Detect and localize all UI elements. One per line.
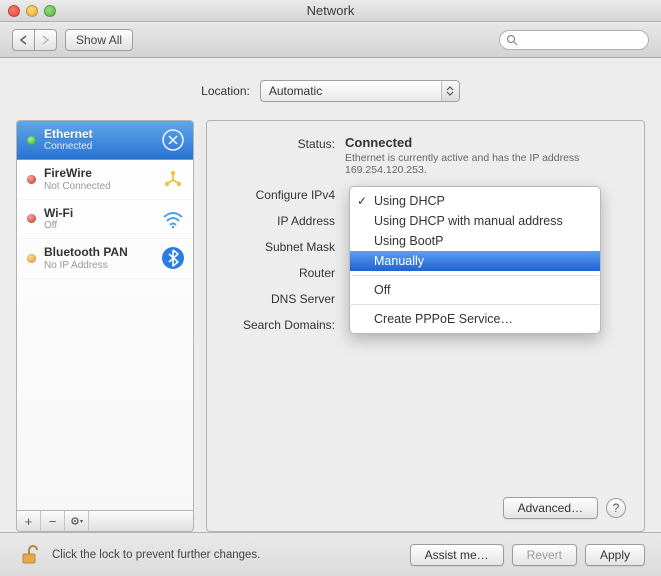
lock-button[interactable] <box>16 542 42 568</box>
item-name: FireWire <box>44 166 153 180</box>
item-name: Wi-Fi <box>44 206 153 220</box>
firewire-icon <box>161 168 185 192</box>
detail-panel: Status: Connected Ethernet is currently … <box>206 120 645 532</box>
status-value: Connected <box>345 135 626 150</box>
help-button[interactable]: ? <box>606 498 626 518</box>
sidebar-item-ethernet[interactable]: Ethernet Connected <box>17 121 193 160</box>
window-title: Network <box>0 3 661 18</box>
status-label: Status: <box>207 135 345 176</box>
check-icon: ✓ <box>357 194 367 208</box>
status-dot-icon <box>27 175 36 184</box>
advanced-button[interactable]: Advanced… <box>503 497 598 519</box>
sidebar-item-bluetooth[interactable]: Bluetooth PAN No IP Address <box>17 239 193 278</box>
bluetooth-icon <box>161 246 185 270</box>
menu-item-manually[interactable]: Manually <box>350 251 600 271</box>
assist-button[interactable]: Assist me… <box>410 544 504 566</box>
configure-ipv4-menu: ✓Using DHCP Using DHCP with manual addre… <box>349 186 601 334</box>
router-label: Router <box>207 264 345 280</box>
ip-label: IP Address <box>207 212 345 228</box>
dns-label: DNS Server <box>207 290 345 306</box>
search-domains-label: Search Domains: <box>207 316 345 332</box>
remove-interface-button[interactable]: − <box>41 511 65 531</box>
menu-item-off[interactable]: Off <box>350 280 600 300</box>
location-value: Automatic <box>269 84 322 98</box>
lock-text: Click the lock to prevent further change… <box>52 549 260 561</box>
revert-button[interactable]: Revert <box>512 544 577 566</box>
status-dot-icon <box>27 214 36 223</box>
item-sub: Off <box>44 220 153 232</box>
show-all-button[interactable]: Show All <box>65 29 133 51</box>
updown-icon <box>441 81 459 101</box>
item-sub: Connected <box>44 141 153 153</box>
gear-icon <box>70 515 84 527</box>
back-button[interactable] <box>12 29 34 51</box>
configure-label: Configure IPv4 <box>207 186 345 202</box>
search-field[interactable] <box>499 30 649 50</box>
sidebar-item-firewire[interactable]: FireWire Not Connected <box>17 160 193 199</box>
menu-divider <box>351 275 599 276</box>
status-dot-icon <box>27 136 36 145</box>
ethernet-icon <box>161 128 185 152</box>
item-sub: No IP Address <box>44 260 153 272</box>
subnet-label: Subnet Mask <box>207 238 345 254</box>
location-select[interactable]: Automatic <box>260 80 460 102</box>
status-description: Ethernet is currently active and has the… <box>345 152 585 176</box>
item-name: Bluetooth PAN <box>44 245 153 259</box>
unlock-icon <box>18 544 40 566</box>
menu-item-pppoe[interactable]: Create PPPoE Service… <box>350 309 600 329</box>
menu-item-bootp[interactable]: Using BootP <box>350 231 600 251</box>
interface-list: Ethernet Connected FireWire Not Connecte… <box>16 120 194 510</box>
apply-button[interactable]: Apply <box>585 544 645 566</box>
search-icon <box>506 34 518 46</box>
wifi-icon <box>161 207 185 231</box>
search-input[interactable] <box>522 33 661 47</box>
action-menu-button[interactable] <box>65 511 89 531</box>
menu-divider <box>351 304 599 305</box>
menu-item-dhcp-manual[interactable]: Using DHCP with manual address <box>350 211 600 231</box>
item-name: Ethernet <box>44 127 153 141</box>
add-interface-button[interactable]: + <box>17 511 41 531</box>
status-dot-icon <box>27 254 36 263</box>
menu-item-dhcp[interactable]: ✓Using DHCP <box>350 191 600 211</box>
item-sub: Not Connected <box>44 181 153 193</box>
forward-button[interactable] <box>34 29 57 51</box>
sidebar-item-wifi[interactable]: Wi-Fi Off <box>17 200 193 239</box>
location-label: Location: <box>201 84 250 98</box>
